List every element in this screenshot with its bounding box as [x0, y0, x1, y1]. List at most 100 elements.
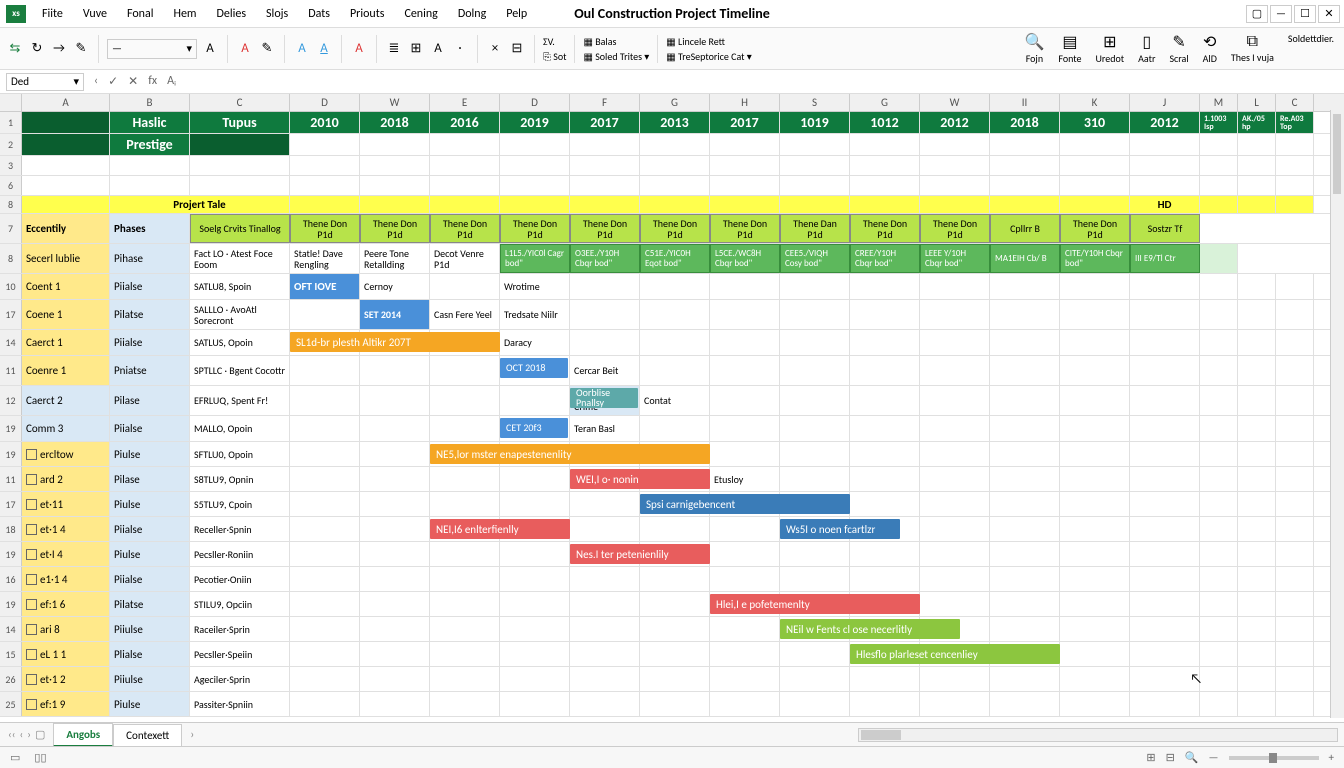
cell[interactable]	[710, 300, 780, 329]
cell-year[interactable]: 2018	[360, 112, 430, 133]
cell[interactable]	[1238, 176, 1276, 195]
cell[interactable]: Peere Tone Retallding	[360, 244, 430, 273]
cell[interactable]	[1238, 416, 1276, 441]
col-header[interactable]: M	[1200, 94, 1238, 111]
gantt-bar[interactable]: OCT 2018	[500, 358, 568, 378]
cell[interactable]	[710, 567, 780, 591]
insert-button[interactable]: ▦ Lincele Rett	[666, 35, 752, 48]
cell[interactable]	[990, 442, 1060, 466]
cell[interactable]	[780, 416, 850, 441]
row-header[interactable]: 25	[0, 692, 22, 716]
cell[interactable]	[990, 196, 1060, 213]
cell[interactable]	[500, 692, 570, 716]
cell[interactable]	[920, 567, 990, 591]
cell[interactable]	[710, 196, 780, 213]
cell[interactable]	[1200, 442, 1238, 466]
cell[interactable]	[290, 356, 360, 385]
row-header[interactable]: 19	[0, 442, 22, 466]
cell[interactable]	[640, 517, 710, 541]
cell[interactable]	[780, 300, 850, 329]
cell[interactable]	[500, 592, 570, 616]
col-header[interactable]: G	[640, 94, 710, 111]
cell[interactable]	[850, 667, 920, 691]
row-header[interactable]: 15	[0, 642, 22, 666]
cell[interactable]	[1200, 176, 1238, 195]
row-header[interactable]: 19	[0, 542, 22, 566]
cell[interactable]	[430, 667, 500, 691]
cell[interactable]: Receller·Spnin	[190, 517, 290, 541]
checkbox[interactable]	[26, 574, 37, 585]
cell[interactable]: ef:1 6	[22, 592, 110, 616]
aatr-button[interactable]: ▯Aatr	[1134, 32, 1159, 65]
cell[interactable]	[640, 134, 710, 155]
gantt-bar[interactable]: CET 20f3	[500, 418, 568, 438]
redo-icon[interactable]: →	[50, 40, 68, 58]
cell[interactable]	[1130, 567, 1200, 591]
font-selector[interactable]: —▾	[107, 39, 197, 59]
cell[interactable]	[780, 642, 850, 666]
cell[interactable]	[850, 196, 920, 213]
tables-button[interactable]: ▦ Balas	[583, 35, 649, 48]
sheet-tab-2[interactable]: Contexett	[113, 724, 182, 746]
cell[interactable]	[190, 134, 290, 155]
cell[interactable]	[990, 330, 1060, 355]
cell[interactable]	[640, 416, 710, 441]
menu-dats[interactable]: Dats	[298, 3, 340, 25]
cell[interactable]: Thene Don P1d	[850, 214, 920, 243]
cell[interactable]: Thene Don P1d	[920, 214, 990, 243]
cell[interactable]	[640, 176, 710, 195]
cell[interactable]	[1200, 416, 1238, 441]
row-header[interactable]: 14	[0, 617, 22, 641]
cell[interactable]: Thene Don P1d	[710, 214, 780, 243]
cell[interactable]	[1276, 134, 1314, 155]
cell[interactable]	[1200, 386, 1238, 415]
cell[interactable]	[1276, 156, 1314, 175]
cell[interactable]: Pilatse	[110, 592, 190, 616]
menu-file[interactable]: Fiite	[32, 3, 73, 25]
cell[interactable]: Caerct 2	[22, 386, 110, 415]
row-header[interactable]: 14	[0, 330, 22, 355]
cell[interactable]	[920, 492, 990, 516]
cell[interactable]	[570, 492, 640, 516]
cell[interactable]	[290, 517, 360, 541]
cell-year[interactable]: 2016	[430, 112, 500, 133]
cell[interactable]: CITE/Y10H Cbqr bod"	[1060, 244, 1130, 273]
spreadsheet-grid[interactable]: A B C D W E D F G H S G W II K J M L C 1…	[0, 94, 1344, 722]
cell[interactable]	[640, 300, 710, 329]
cell[interactable]	[290, 300, 360, 329]
cell[interactable]	[1130, 330, 1200, 355]
cell[interactable]	[1238, 617, 1276, 641]
cell[interactable]	[360, 442, 430, 466]
gantt-bar[interactable]: SL1d-br plesth Altikr 207T	[290, 332, 500, 352]
cell[interactable]: Soelg Crvits Tinallog	[190, 214, 290, 243]
cell[interactable]: Phases	[110, 214, 190, 243]
col-header[interactable]: W	[360, 94, 430, 111]
sort-icon[interactable]: ⎘ Sot	[543, 50, 566, 63]
cell[interactable]: Thene Don P1d	[290, 214, 360, 243]
cell[interactable]	[1238, 492, 1276, 516]
cell[interactable]	[780, 667, 850, 691]
cell[interactable]	[500, 196, 570, 213]
cell[interactable]	[990, 667, 1060, 691]
col-header[interactable]: E	[430, 94, 500, 111]
cell[interactable]	[1130, 416, 1200, 441]
cell[interactable]	[1060, 416, 1130, 441]
checkbox[interactable]	[26, 524, 37, 535]
cell[interactable]	[920, 542, 990, 566]
zoom-icon[interactable]: 🔍	[1185, 751, 1199, 764]
cell[interactable]	[1200, 667, 1238, 691]
gantt-bar[interactable]: WEI,I o· nonin	[570, 469, 710, 489]
fonts-button[interactable]: ▤Fonte	[1054, 32, 1085, 65]
cell[interactable]	[290, 617, 360, 641]
cell[interactable]	[360, 176, 430, 195]
cell[interactable]	[990, 692, 1060, 716]
cell[interactable]	[1130, 300, 1200, 329]
cell[interactable]	[430, 356, 500, 385]
row-header[interactable]: 17	[0, 300, 22, 329]
cell[interactable]	[290, 692, 360, 716]
cell[interactable]	[920, 467, 990, 491]
cell-year[interactable]: 2017	[570, 112, 640, 133]
cell[interactable]	[570, 592, 640, 616]
cell[interactable]	[990, 176, 1060, 195]
col-header[interactable]: D	[290, 94, 360, 111]
